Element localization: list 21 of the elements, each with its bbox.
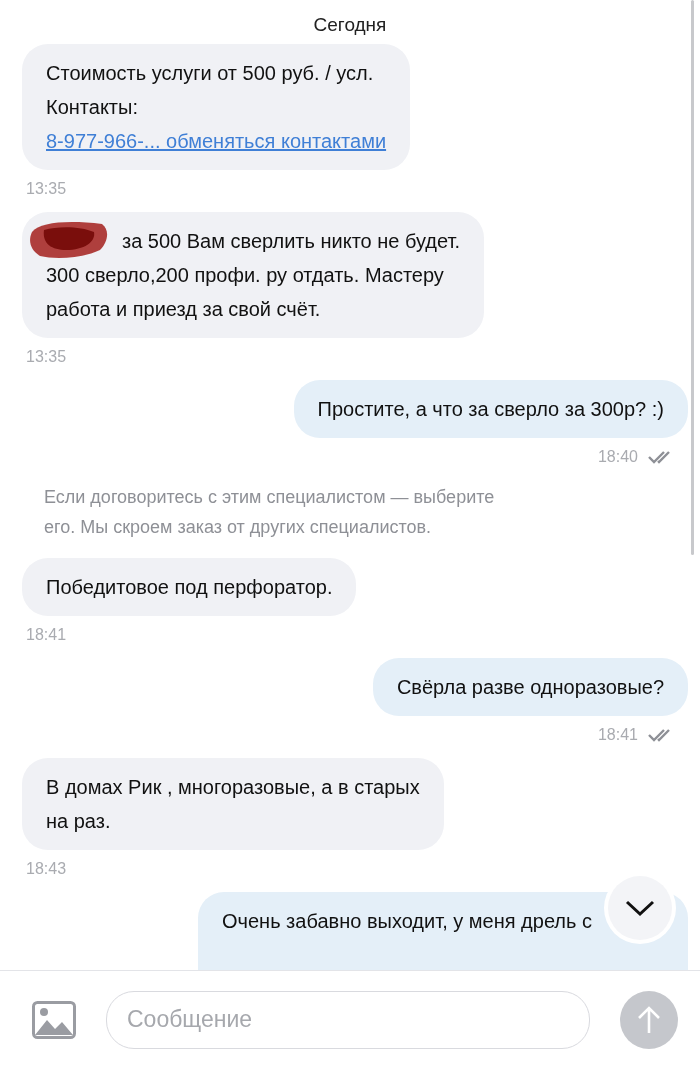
message-time: 13:35: [26, 348, 67, 366]
arrow-up-icon: [637, 1004, 661, 1035]
message-text: Простите, а что за сверло за 300р? :): [317, 397, 664, 422]
date-divider: Сегодня: [313, 14, 387, 36]
chevron-down-icon: [625, 899, 655, 917]
message-time: 18:43: [26, 860, 67, 878]
message-time: 18:41: [26, 626, 67, 644]
message-text: Стоимость услуги от 500 руб. / усл. Контакты:: [46, 61, 375, 120]
message-text: Победитовое под перфоратор.: [46, 575, 333, 600]
message-time: 18:41: [597, 726, 638, 744]
message-time: 18:40: [597, 448, 638, 466]
message-text: В домах Рик , многоразовые, а в старых на раз.: [46, 775, 420, 834]
message-time: 13:35: [26, 180, 67, 198]
contact-link[interactable]: 8-977-966-... обменяться контактами: [46, 124, 387, 158]
message-text: Свёрла разве одноразовые?: [396, 675, 664, 700]
message-text: за 500 Вам сверлить никто не будет. 300 сверло,200 профи. ру отдать. Мастеру работа и приезд за свой счёт.: [46, 229, 460, 322]
image-icon[interactable]: [32, 1000, 76, 1039]
message-field[interactable]: Сообщение: [106, 990, 590, 1049]
system-note: Если договоритесь с этим специалистом — выберите его. Мы скроем заказ от других специалистов.: [43, 486, 496, 539]
scroll-down-button[interactable]: [608, 876, 672, 940]
message-text: Очень забавно выходит, у меня дрель с: [222, 909, 592, 934]
